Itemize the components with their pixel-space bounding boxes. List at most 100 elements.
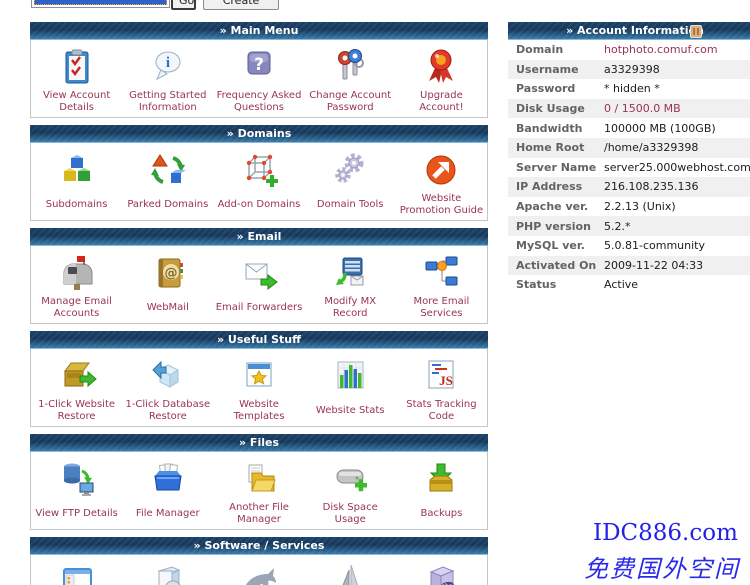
info-balloon-icon: i [148, 45, 188, 89]
menu-item-stats-tracking-code[interactable]: JSStats Tracking Code [396, 349, 487, 426]
menu-item-label: Website Stats [314, 398, 387, 426]
svg-text:@: @ [164, 266, 177, 281]
account-info-panel: » Account Information Domainhotphoto.com… [508, 22, 750, 295]
section-useful-stuff: » Useful Stuff1-Click Website Restore1-C… [30, 331, 488, 427]
gold-box-arrow-icon [57, 354, 97, 398]
collapse-panel-icon[interactable] [690, 25, 702, 38]
account-row-value: * hidden * [604, 82, 660, 95]
menu-item-parked-domains[interactable]: Parked Domains [122, 143, 213, 220]
menu-item-getting-started-information[interactable]: iGetting Started Information [122, 40, 213, 117]
menu-item-email-forwarders[interactable]: Email Forwarders [213, 246, 304, 323]
menu-item-upgrade-account[interactable]: Upgrade Account! [396, 40, 487, 117]
menu-item-view-account-details[interactable]: View Account Details [31, 40, 122, 117]
phpmyadmin-sail-icon [330, 560, 370, 585]
account-row-label: Server Name [508, 161, 604, 174]
menu-item-manage-email-accounts[interactable]: Manage Email Accounts [31, 246, 122, 323]
menu-item-label: Website Promotion Guide [396, 192, 487, 220]
domain-select[interactable] [31, 0, 170, 8]
blue-cube-arrow-icon [148, 354, 188, 398]
menu-item-phpmyadmin-sail-icon[interactable] [305, 555, 396, 585]
menu-item-domain-tools[interactable]: Domain Tools [305, 143, 396, 220]
menu-item-window-menu-icon[interactable] [31, 555, 122, 585]
menu-item-label: Stats Tracking Code [396, 398, 487, 426]
account-row-label: Home Root [508, 141, 604, 154]
svg-text:?: ? [254, 55, 264, 75]
disk-drive-icon [330, 457, 370, 501]
section-body: Subdomains Parked DomainsAdd-on Domains Do… [30, 143, 488, 221]
account-row-value: a3329398 [604, 63, 660, 76]
menu-item-1-click-database-restore[interactable]: 1-Click Database Restore [122, 349, 213, 426]
section-software-services: » Software / Servicesphp [30, 537, 488, 585]
section-body: View Account DetailsiGetting Started Inf… [30, 40, 488, 118]
account-row-label: PHP version [508, 220, 604, 233]
menu-item-change-account-password[interactable]: Change Account Password [305, 40, 396, 117]
account-info-title: » Account Information [508, 22, 750, 39]
menu-item-subdomains[interactable]: Subdomains [31, 143, 122, 220]
menu-item-label: Upgrade Account! [396, 89, 487, 117]
watermark-title: IDC886.com [593, 520, 738, 546]
menu-item-mysql-dolphin-icon[interactable] [213, 555, 304, 585]
section-body: 1-Click Website Restore1-Click Database … [30, 349, 488, 427]
account-row-label: Bandwidth [508, 122, 604, 135]
menu-item-website-promotion-guide[interactable]: Website Promotion Guide [396, 143, 487, 220]
menu-item-label: Disk Space Usage [305, 501, 396, 529]
gears-icon [330, 148, 370, 192]
menu-item-software-box-icon[interactable] [122, 555, 213, 585]
menu-item-backups[interactable]: Backups [396, 452, 487, 529]
menu-item-label: View FTP Details [33, 501, 119, 529]
go-button[interactable]: Go [171, 0, 196, 10]
account-row-value[interactable]: hotphoto.comuf.com [604, 43, 718, 56]
menu-item-label: Another File Manager [213, 501, 304, 529]
section-files: » FilesView FTP DetailsFile ManagerAnoth… [30, 434, 488, 530]
account-row-label: Activated On [508, 259, 604, 272]
menu-item-frequency-asked-questions[interactable]: ? Frequency Asked Questions [213, 40, 304, 117]
menu-item-label: 1-Click Website Restore [31, 398, 122, 426]
menu-item-label: Subdomains [44, 192, 110, 220]
section-body: Manage Email Accounts @ WebMail Email Forwa… [30, 246, 488, 324]
menu-item-view-ftp-details[interactable]: View FTP Details [31, 452, 122, 529]
menu-item-label: Backups [418, 501, 464, 529]
menu-item-website-templates[interactable]: Website Templates [213, 349, 304, 426]
menu-sections: » Main MenuView Account DetailsiGetting … [30, 22, 488, 585]
menu-item-website-stats[interactable]: Website Stats [305, 349, 396, 426]
section-body: View FTP DetailsFile ManagerAnother File… [30, 452, 488, 530]
menu-item-1-click-website-restore[interactable]: 1-Click Website Restore [31, 349, 122, 426]
folder-paper-icon [239, 457, 279, 501]
address-book-icon: @ [148, 251, 188, 295]
menu-item-file-manager[interactable]: File Manager [122, 452, 213, 529]
mysql-dolphin-icon [239, 560, 279, 585]
software-box-icon [148, 560, 188, 585]
menu-item-label: Frequency Asked Questions [213, 89, 304, 117]
menu-item-label: Domain Tools [315, 192, 386, 220]
recycle-arrows-icon [148, 148, 188, 192]
menu-item-webmail[interactable]: @ WebMail [122, 246, 213, 323]
account-row-label: Apache ver. [508, 200, 604, 213]
account-row-disk-usage: Disk Usage0 / 1500.0 MB [508, 99, 750, 119]
account-row-username: Usernamea3329398 [508, 60, 750, 80]
account-row-value: 2.2.13 (Unix) [604, 200, 676, 213]
control-panel-page: Go Create New » Main MenuView Account De… [0, 0, 750, 585]
account-row-value: 100000 MB (100GB) [604, 122, 716, 135]
menu-item-another-file-manager[interactable]: Another File Manager [213, 452, 304, 529]
menu-item-more-email-services[interactable]: More Email Services [396, 246, 487, 323]
account-row-label: Status [508, 278, 604, 291]
clipboard-check-icon [57, 45, 97, 89]
topbar: Go Create New [0, 0, 750, 16]
create-new-button[interactable]: Create New [203, 0, 279, 10]
menu-item-label: WebMail [145, 295, 191, 323]
account-row-value: 5.2.* [604, 220, 631, 233]
window-menu-icon [57, 560, 97, 585]
section-header: » Email [30, 228, 488, 246]
account-info-rows: Domainhotphoto.comuf.comUsernamea3329398… [508, 40, 750, 295]
org-chart-icon [421, 251, 461, 295]
account-row-domain: Domainhotphoto.comuf.com [508, 40, 750, 60]
menu-item-php-cube-icon[interactable]: php [396, 555, 487, 585]
account-row-home-root: Home Root/home/a3329398 [508, 138, 750, 158]
menu-item-disk-space-usage[interactable]: Disk Space Usage [305, 452, 396, 529]
section-main-menu: » Main MenuView Account DetailsiGetting … [30, 22, 488, 118]
menu-item-add-on-domains[interactable]: Add-on Domains [213, 143, 304, 220]
account-row-label: Disk Usage [508, 102, 604, 115]
section-header: » Main Menu [30, 22, 488, 40]
section-email: » EmailManage Email Accounts @ WebMail Emai… [30, 228, 488, 324]
menu-item-modify-mx-record[interactable]: Modify MX Record [305, 246, 396, 323]
